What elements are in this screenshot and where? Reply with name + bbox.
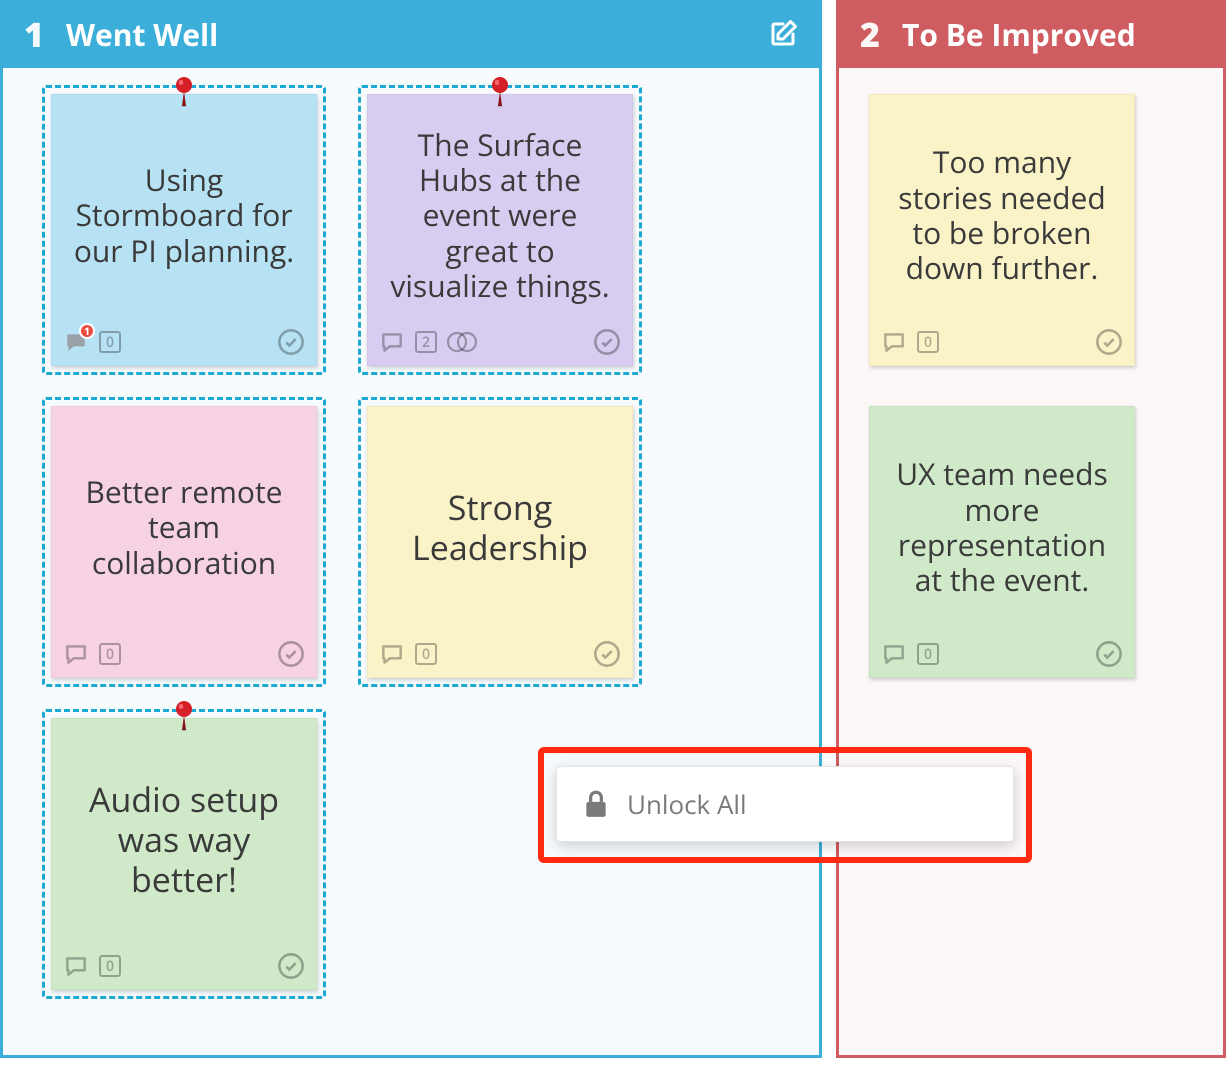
card-footer: 0 <box>869 318 1135 366</box>
column-body[interactable]: Using Stormboard for our PI planning. 1 … <box>0 68 822 1058</box>
card[interactable]: Using Stormboard for our PI planning. 1 … <box>42 85 326 375</box>
column-1: 1 Went Well Using Stormboard for our PI … <box>0 0 822 1058</box>
count-box[interactable]: 0 <box>99 955 121 977</box>
comment-icon[interactable]: 1 <box>63 329 89 355</box>
count-box[interactable]: 0 <box>415 643 437 665</box>
comment-icon[interactable] <box>379 329 405 355</box>
comment-icon[interactable] <box>63 953 89 979</box>
column-header: 2 To Be Improved <box>836 0 1226 68</box>
card-text: The Surface Hubs at the event were great… <box>367 94 633 318</box>
count-box[interactable]: 0 <box>917 331 939 353</box>
card-footer: 0 <box>367 630 633 678</box>
check-icon[interactable] <box>1095 328 1123 356</box>
card[interactable]: Audio setup was way better! 0 <box>42 709 326 999</box>
check-icon[interactable] <box>593 328 621 356</box>
count-box[interactable]: 0 <box>99 643 121 665</box>
check-icon[interactable] <box>593 640 621 668</box>
card-text: UX team needs more representation at the… <box>869 406 1135 630</box>
column-body[interactable]: Too many stories needed to be broken dow… <box>836 68 1226 1058</box>
card-footer: 0 <box>51 630 317 678</box>
card-text: Better remote team collaboration <box>51 406 317 630</box>
comment-icon[interactable] <box>379 641 405 667</box>
count-box[interactable]: 0 <box>99 331 121 353</box>
comment-icon[interactable] <box>881 329 907 355</box>
card[interactable]: UX team needs more representation at the… <box>869 406 1135 678</box>
column-header: 1 Went Well <box>0 0 822 68</box>
card-footer: 2 <box>367 318 633 366</box>
check-icon[interactable] <box>277 952 305 980</box>
card-text: Strong Leadership <box>367 406 633 630</box>
check-icon[interactable] <box>1095 640 1123 668</box>
context-menu-label: Unlock All <box>627 786 747 822</box>
card-footer: 0 <box>869 630 1135 678</box>
card[interactable]: Too many stories needed to be broken dow… <box>869 94 1135 366</box>
column-2: 2 To Be Improved Too many stories needed… <box>836 0 1226 1058</box>
comment-icon[interactable] <box>881 641 907 667</box>
count-box[interactable]: 0 <box>917 643 939 665</box>
column-title: To Be Improved <box>902 14 1202 55</box>
card-text: Audio setup was way better! <box>51 718 317 942</box>
card-footer: 1 0 <box>51 318 317 366</box>
card-footer: 0 <box>51 942 317 990</box>
column-title: Went Well <box>66 14 768 55</box>
column-number: 2 <box>860 11 902 57</box>
lock-icon <box>583 789 609 819</box>
card[interactable]: The Surface Hubs at the event were great… <box>358 85 642 375</box>
card-text: Too many stories needed to be broken dow… <box>869 94 1135 318</box>
column-number: 1 <box>24 11 66 57</box>
comment-icon[interactable] <box>63 641 89 667</box>
check-icon[interactable] <box>277 640 305 668</box>
context-menu-unlock-all[interactable]: Unlock All <box>556 766 1014 842</box>
edit-column-icon[interactable] <box>768 19 798 49</box>
comment-badge: 1 <box>79 323 95 339</box>
count-box[interactable]: 2 <box>415 331 437 353</box>
card[interactable]: Strong Leadership 0 <box>358 397 642 687</box>
card[interactable]: Better remote team collaboration 0 <box>42 397 326 687</box>
check-icon[interactable] <box>277 328 305 356</box>
card-text: Using Stormboard for our PI planning. <box>51 94 317 318</box>
reaction-icon[interactable] <box>447 330 477 354</box>
